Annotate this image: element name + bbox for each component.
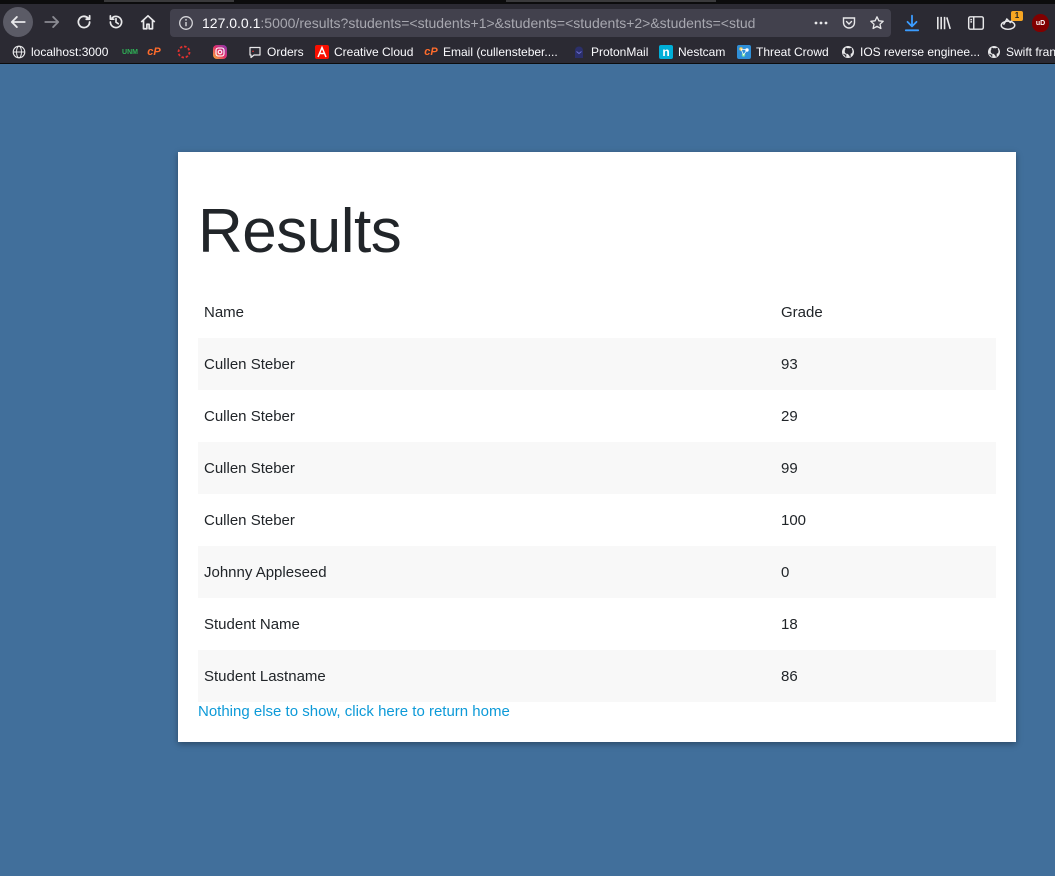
download-icon [904, 14, 920, 32]
threatcrowd-icon [737, 45, 751, 59]
student-name: Cullen Steber [204, 459, 295, 477]
table-row: Cullen Steber 29 [198, 390, 996, 442]
globe-icon [12, 45, 26, 59]
bookmark-dashed-circle[interactable] [177, 44, 196, 60]
sidebar-toggle-button[interactable] [966, 13, 986, 33]
ublock-icon[interactable]: uD [1032, 14, 1049, 32]
url-bar[interactable]: 127.0.0.1:5000/results?students=<student… [170, 9, 891, 37]
bookmark-nestcam[interactable]: n Nestcam [659, 44, 725, 60]
student-grade: 29 [781, 407, 798, 425]
library-icon [937, 16, 951, 30]
library-button[interactable] [934, 13, 954, 33]
site-info-icon[interactable] [178, 15, 194, 31]
adobe-icon [315, 45, 329, 59]
cpanel-icon: cP [147, 46, 161, 58]
bookmark-threat-crowd[interactable]: Threat Crowd [737, 44, 829, 60]
forward-button[interactable] [37, 7, 67, 37]
url-text[interactable]: 127.0.0.1:5000/results?students=<student… [202, 15, 802, 31]
unm-icon: UNM [122, 48, 138, 56]
header-name: Name [204, 303, 245, 321]
history-button[interactable] [101, 7, 131, 37]
back-arrow-icon [10, 16, 26, 28]
student-grade: 0 [781, 563, 790, 581]
bookmark-star-button[interactable] [868, 14, 886, 32]
pocket-button[interactable] [840, 14, 858, 32]
table-row: Cullen Steber 93 [198, 338, 996, 390]
student-name: Cullen Steber [204, 511, 295, 529]
extension-badge: 1 [1011, 11, 1023, 21]
table-row: Student Lastname 86 [198, 650, 996, 702]
student-name: Student Name [204, 615, 300, 633]
bookmark-orders[interactable]: Orders [248, 44, 304, 60]
student-name: Cullen Steber [204, 407, 295, 425]
url-path: :5000/results?students=<students+1>&stud… [260, 15, 756, 31]
bookmark-instagram[interactable] [213, 44, 232, 60]
bookmark-swift[interactable]: Swift fran [987, 44, 1055, 60]
pocket-icon [842, 17, 856, 29]
table-row: Cullen Steber 100 [198, 494, 996, 546]
bookmark-email[interactable]: cP Email (cullensteber.... [424, 44, 557, 60]
forward-arrow-icon [44, 16, 60, 28]
student-name: Cullen Steber [204, 355, 295, 373]
back-button[interactable] [3, 7, 33, 37]
return-home-link[interactable]: Nothing else to show, click here to retu… [198, 703, 510, 720]
bookmark-creative-cloud[interactable]: Creative Cloud [315, 44, 413, 60]
student-name: Student Lastname [204, 667, 326, 685]
sidebar-icon [967, 16, 985, 30]
nest-icon: n [659, 45, 673, 59]
bookmark-localhost[interactable]: localhost:3000 [12, 44, 108, 60]
instagram-icon [213, 45, 227, 59]
results-card: Results Name Grade Cullen Steber 93 Cull… [178, 152, 1016, 742]
reload-icon [77, 14, 91, 29]
table-row: Johnny Appleseed 0 [198, 546, 996, 598]
more-dots-icon [814, 21, 828, 25]
url-host: 127.0.0.1 [202, 15, 261, 31]
protonmail-icon [572, 45, 586, 59]
github-icon [987, 45, 1001, 59]
student-name: Johnny Appleseed [204, 563, 327, 581]
student-grade: 99 [781, 459, 798, 477]
student-grade: 100 [781, 511, 807, 529]
home-button[interactable] [133, 7, 163, 37]
table-row: Cullen Steber 99 [198, 442, 996, 494]
page-title: Results [198, 197, 402, 266]
history-icon [109, 14, 123, 29]
results-table: Name Grade Cullen Steber 93 Cullen Stebe… [198, 286, 996, 702]
table-header-row: Name Grade [198, 286, 996, 338]
dashed-circle-icon [177, 45, 191, 59]
cpanel-icon: cP [424, 46, 438, 58]
reload-button[interactable] [69, 7, 99, 37]
bookmark-protonmail[interactable]: ProtonMail [572, 44, 648, 60]
student-grade: 86 [781, 667, 798, 685]
student-grade: 93 [781, 355, 798, 373]
bookmark-ios-reverse[interactable]: IOS reverse enginee... [841, 44, 980, 60]
student-grade: 18 [781, 615, 798, 633]
bookmarks-toolbar: localhost:3000 UNM cP Orders Creative Cl… [0, 40, 1055, 64]
page-actions-button[interactable] [812, 14, 830, 32]
chat-bubble-icon [248, 45, 262, 59]
home-icon [140, 14, 156, 30]
bookmark-unm[interactable]: UNM [120, 44, 145, 60]
header-grade: Grade [781, 303, 823, 321]
table-row: Student Name 18 [198, 598, 996, 650]
url-fade [750, 9, 810, 37]
bookmark-cpanel[interactable]: cP [147, 44, 166, 60]
downloads-button[interactable] [902, 13, 922, 33]
star-icon [870, 16, 884, 30]
navigation-toolbar: 127.0.0.1:5000/results?students=<student… [0, 4, 1055, 40]
github-icon [841, 45, 855, 59]
